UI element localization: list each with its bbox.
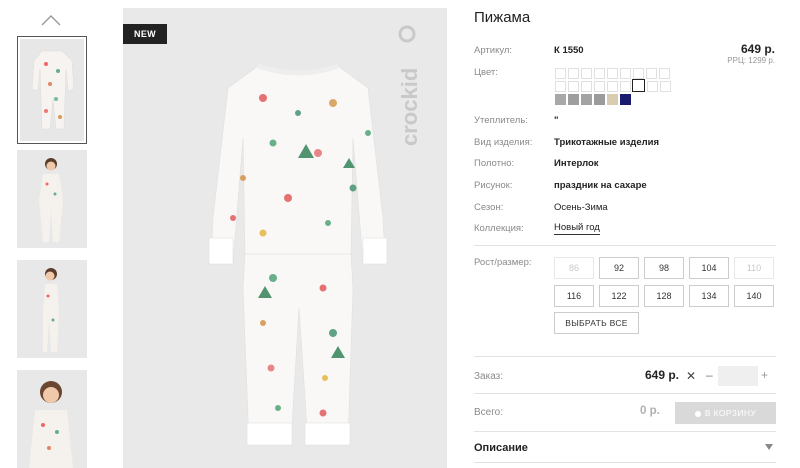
thumbnail-1[interactable] (17, 36, 87, 144)
fabric-value: Интерлок (554, 158, 599, 169)
order-label: Заказ: (474, 371, 504, 382)
color-swatch[interactable] (568, 68, 579, 79)
order-price: 649 р. (645, 368, 680, 382)
color-swatch[interactable] (594, 81, 605, 92)
description-toggle[interactable]: Описание (474, 442, 528, 454)
color-swatch[interactable] (594, 68, 605, 79)
color-swatch[interactable] (581, 68, 592, 79)
divider (474, 431, 776, 432)
color-label: Цвет: (474, 67, 498, 78)
article-value: К 1550 (554, 45, 584, 56)
size-button-98[interactable]: 98 (644, 257, 684, 279)
product-price: 649 р. (740, 42, 775, 56)
color-swatch[interactable] (620, 81, 631, 92)
quantity-input[interactable] (718, 366, 758, 386)
recommended-retail-price: РРЦ: 1299 р. (727, 56, 775, 65)
main-product-image[interactable]: NEW crockid (123, 8, 447, 468)
size-button-116[interactable]: 116 (554, 285, 594, 307)
color-swatch-selected[interactable] (632, 79, 645, 92)
cart-bullet-icon (694, 410, 701, 417)
color-swatch[interactable] (647, 81, 658, 92)
size-label: Рост/размер: (474, 257, 532, 268)
color-swatch[interactable] (581, 81, 592, 92)
color-swatch-gray[interactable] (555, 94, 566, 105)
product-page: NEW crockid Пижама 649 р. РРЦ: 1299 р. А… (0, 0, 800, 468)
pattern-label: Рисунок: (474, 180, 513, 191)
color-swatch[interactable] (633, 68, 644, 79)
season-label: Сезон: (474, 202, 504, 213)
total-value: 0 р. (640, 405, 660, 417)
svg-text:crockid: crockid (397, 68, 422, 146)
size-button-86[interactable]: 86 (554, 257, 594, 279)
crockid-logo: crockid (397, 25, 422, 146)
thumbnail-pajama-image (20, 39, 84, 141)
thumbnails-up-arrow-icon[interactable] (40, 12, 62, 28)
chevron-down-icon[interactable] (765, 444, 773, 450)
size-button-92[interactable]: 92 (599, 257, 639, 279)
divider (474, 245, 776, 246)
color-swatch-gray[interactable] (568, 94, 579, 105)
quantity-increase-button[interactable]: + (761, 368, 768, 382)
product-title: Пижама (474, 9, 531, 26)
color-swatch[interactable] (646, 68, 657, 79)
size-button-128[interactable]: 128 (644, 285, 684, 307)
quantity-decrease-button[interactable]: – (706, 368, 713, 382)
insulation-value: " (554, 115, 559, 126)
size-button-104[interactable]: 104 (689, 257, 729, 279)
color-swatch[interactable] (660, 81, 671, 92)
new-badge: NEW (123, 24, 167, 44)
pattern-value: праздник на сахаре (554, 180, 647, 191)
color-swatch-beige[interactable] (607, 94, 618, 105)
thumbnail-2[interactable] (17, 150, 87, 248)
article-label: Артикул: (474, 45, 513, 56)
color-swatch-gray[interactable] (581, 94, 592, 105)
divider (474, 393, 776, 394)
size-button-140[interactable]: 140 (734, 285, 774, 307)
thumbnail-3[interactable] (17, 260, 87, 358)
thumbnail-model-image (17, 260, 87, 358)
color-swatch-navy[interactable] (620, 94, 631, 105)
insulation-label: Утеплитель: (474, 115, 528, 126)
product-type-label: Вид изделия: (474, 137, 533, 148)
color-swatch[interactable] (659, 68, 670, 79)
thumbnail-model-image (17, 370, 87, 468)
size-button-122[interactable]: 122 (599, 285, 639, 307)
remove-close-icon[interactable]: ✕ (686, 369, 696, 383)
total-label: Всего: (474, 407, 503, 418)
add-to-cart-button[interactable]: В КОРЗИНУ (675, 402, 776, 424)
add-to-cart-label: В КОРЗИНУ (704, 408, 757, 418)
color-swatch[interactable] (607, 81, 618, 92)
divider (474, 462, 776, 463)
pajama-image (208, 63, 388, 446)
product-type-value: Трикотажные изделия (554, 137, 660, 148)
collection-link[interactable]: Новый год (554, 222, 600, 235)
collection-label: Коллекция: (474, 223, 524, 234)
thumbnail-4[interactable] (17, 370, 87, 468)
color-swatch[interactable] (555, 81, 566, 92)
divider (474, 356, 776, 357)
season-value: Осень-Зима (554, 202, 608, 213)
color-swatch[interactable] (555, 68, 566, 79)
color-swatch-gray[interactable] (594, 94, 605, 105)
thumbnail-model-image (17, 150, 87, 248)
select-all-sizes-button[interactable]: ВЫБРАТЬ ВСЕ (554, 312, 639, 334)
color-swatch[interactable] (568, 81, 579, 92)
color-swatch[interactable] (620, 68, 631, 79)
size-button-110[interactable]: 110 (734, 257, 774, 279)
size-button-134[interactable]: 134 (689, 285, 729, 307)
fabric-label: Полотно: (474, 158, 515, 169)
color-swatch[interactable] (607, 68, 618, 79)
